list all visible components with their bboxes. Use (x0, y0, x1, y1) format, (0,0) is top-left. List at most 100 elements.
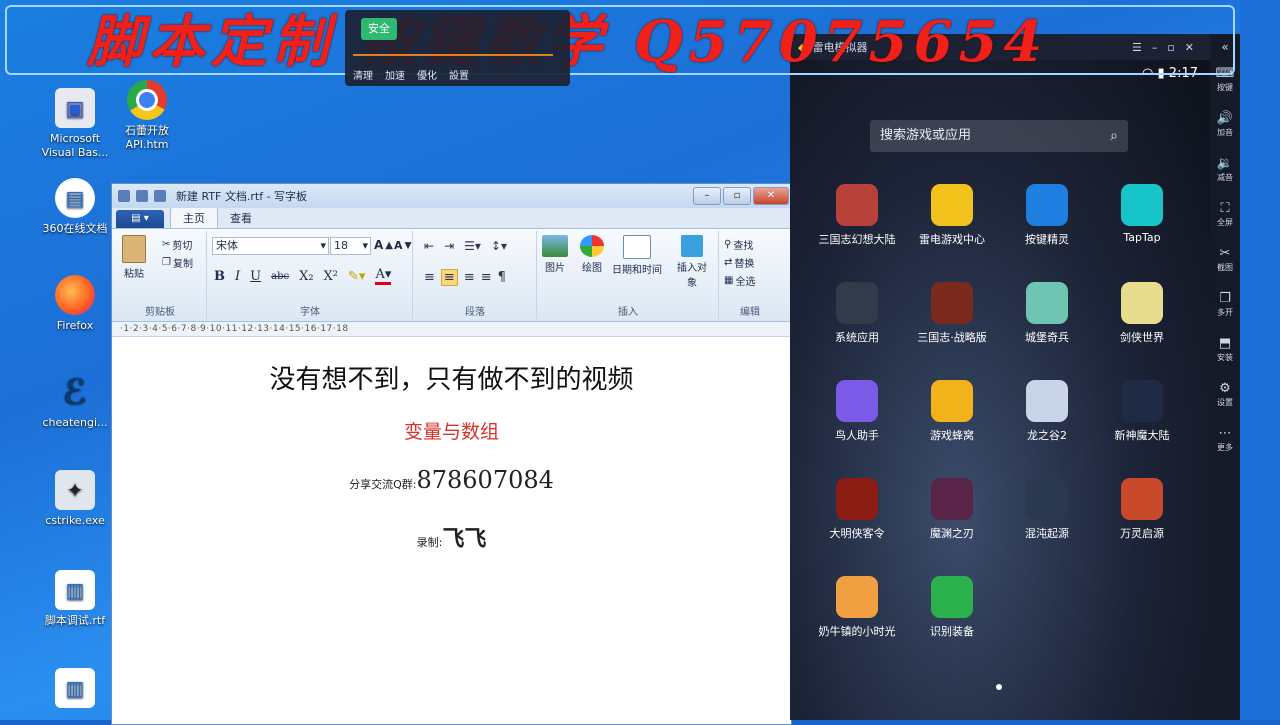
shrink-font-button[interactable]: A ▼ (394, 239, 412, 252)
desktop-icon-rtf-file[interactable]: ▥ 脚本调试.rtf (35, 570, 115, 628)
align-center-icon[interactable]: ≡ (440, 269, 458, 286)
app-13[interactable]: 大明侠客令 (812, 478, 902, 541)
bold-button[interactable]: B (214, 269, 225, 284)
replace-button[interactable]: ⇄ 替换 (724, 255, 754, 270)
find-button[interactable]: ⚲ 查找 (724, 237, 753, 252)
clipboard-group-label: 剪贴板 (145, 307, 175, 318)
decrease-indent-icon[interactable]: ⇤ (424, 239, 434, 253)
redo-icon[interactable] (154, 190, 166, 202)
sidebar-item-9[interactable]: ⋯ 更多 (1210, 426, 1240, 453)
desktop-icon-file-partial[interactable]: ▥ (35, 668, 115, 712)
app-search-bar[interactable]: 搜索游戏或应用 ⌕ (870, 120, 1128, 152)
paste-button[interactable]: 粘贴 (122, 235, 146, 280)
window-title: 新建 RTF 文档.rtf - 写字板 (176, 190, 308, 203)
tab-home[interactable]: 主页 (170, 207, 218, 228)
increase-indent-icon[interactable]: ⇥ (444, 239, 454, 253)
sidebar-item-icon: 🔉 (1216, 156, 1234, 171)
app-18[interactable]: 识别装备 (907, 576, 997, 639)
app-16[interactable]: 万灵启源 (1097, 478, 1187, 541)
app-icon (836, 282, 878, 324)
grow-font-button[interactable]: A ▲ (374, 238, 393, 252)
document-area[interactable]: 没有想不到，只有做不到的视频 变量与数组 分享交流Q群:878607084 录制… (112, 349, 791, 724)
underline-button[interactable]: U (250, 269, 261, 284)
sidebar-item-4[interactable]: ⛶ 全屏 (1210, 201, 1240, 228)
minimize-button[interactable]: – (693, 187, 721, 205)
save-icon[interactable] (118, 190, 130, 202)
app-6[interactable]: 三国志·战略版 (907, 282, 997, 345)
sidebar-item-icon: ⋯ (1218, 426, 1232, 441)
sidebar-item-label: 加音 (1217, 128, 1233, 137)
file-menu-button[interactable]: ▤ ▾ (116, 210, 164, 228)
maximize-button[interactable]: ▫ (723, 187, 751, 205)
app-10[interactable]: 游戏蜂窝 (907, 380, 997, 443)
font-size-select[interactable]: 18 ▾ (330, 237, 371, 255)
strikethrough-button[interactable]: abc (271, 271, 289, 282)
desktop-icon-360-doc[interactable]: ▤ 360在线文档 (35, 178, 115, 236)
emulator-sidebar: « ⌨ 按键 🔊 加音 🔉 减音 ⛶ 全屏 ✂ 截图 ❐ 多开 ⬒ 安装 ⚙ 设置 ⋯ 更多 (1210, 34, 1240, 720)
app-17[interactable]: 奶牛镇的小时光 (812, 576, 902, 639)
wordpad-titlebar[interactable]: 新建 RTF 文档.rtf - 写字板 – ▫ ✕ (112, 184, 791, 208)
app-1[interactable]: 三国志幻想大陆 (812, 184, 902, 247)
close-button[interactable]: ✕ (753, 187, 789, 205)
bullet-list-icon[interactable]: ☰▾ (464, 239, 481, 253)
superscript-button[interactable]: X² (324, 269, 338, 284)
sidebar-item-3[interactable]: 🔉 减音 (1210, 156, 1240, 183)
desktop-icon-visual-basic[interactable]: ▣ Microsoft Visual Bas... (35, 88, 115, 160)
app-14[interactable]: 魔渊之刃 (907, 478, 997, 541)
ruler[interactable]: ·1·2·3·4·5·6·7·8·9·10·11·12·13·14·15·16·… (112, 322, 791, 337)
picture-button[interactable]: 图片 (542, 235, 568, 274)
datetime-button[interactable]: 日期和时间 (612, 235, 662, 276)
sidebar-item-7[interactable]: ⬒ 安装 (1210, 336, 1240, 363)
app-2[interactable]: 雷电游戏中心 (907, 184, 997, 247)
doc-line-title: 没有想不到，只有做不到的视频 (269, 365, 634, 395)
app-12[interactable]: 新神魔大陆 (1097, 380, 1187, 443)
paragraph-group: ⇤ ⇥ ☰▾ ↕▾ ≡ ≡ ≡ ≡ ¶ 段落 (414, 231, 537, 319)
paragraph-icon[interactable]: ¶ (498, 270, 506, 285)
select-all-button[interactable]: ▦ 全选 (724, 273, 755, 288)
copy-button[interactable]: ❐ 复制 (162, 255, 193, 270)
app-15[interactable]: 混沌起源 (1002, 478, 1092, 541)
sidebar-item-8[interactable]: ⚙ 设置 (1210, 381, 1240, 408)
undo-icon[interactable] (136, 190, 148, 202)
sidebar-item-5[interactable]: ✂ 截图 (1210, 246, 1240, 273)
desktop-icon-cheat-engine[interactable]: ℰ cheatengi... (35, 372, 115, 430)
subscript-button[interactable]: X₂ (299, 269, 313, 284)
align-left-icon[interactable]: ≡ (424, 270, 435, 285)
font-family-select[interactable]: 宋体 ▾ (212, 237, 329, 255)
sidebar-item-label: 安装 (1217, 353, 1233, 362)
paint-button[interactable]: 绘图 (580, 235, 604, 274)
cut-button[interactable]: ✂ 剪切 (162, 237, 192, 252)
highlight-button[interactable]: ✎▾ (348, 269, 365, 284)
desktop-icon-cstrike[interactable]: ✦ cstrike.exe (35, 470, 115, 528)
app-4[interactable]: TapTap (1097, 184, 1187, 244)
app-8[interactable]: 剑侠世界 (1097, 282, 1187, 345)
app-label: 雷电游戏中心 (919, 233, 985, 246)
italic-button[interactable]: I (235, 269, 240, 284)
calendar-icon (623, 235, 651, 259)
desktop-icon-firefox[interactable]: Firefox (35, 275, 115, 333)
insert-group: 图片 绘图 日期和时间 插入对象 插入 (538, 231, 719, 319)
app-3[interactable]: 按键精灵 (1002, 184, 1092, 247)
app-5[interactable]: 系统应用 (812, 282, 902, 345)
line-spacing-icon[interactable]: ↕▾ (491, 239, 507, 253)
sidebar-item-icon: ⛶ (1220, 201, 1230, 216)
sidebar-item-6[interactable]: ❐ 多开 (1210, 291, 1240, 318)
app-7[interactable]: 城堡奇兵 (1002, 282, 1092, 345)
popup-action-optimize[interactable]: 優化 (417, 67, 437, 82)
popup-action-settings[interactable]: 設置 (449, 67, 469, 82)
sidebar-item-2[interactable]: 🔊 加音 (1210, 111, 1240, 138)
font-color-button[interactable]: A▾ (375, 267, 392, 285)
desktop-icon-api-htm[interactable]: 石蕾开放 API.htm (107, 80, 187, 152)
paragraph-group-label: 段落 (465, 307, 485, 318)
tab-view[interactable]: 查看 (218, 208, 264, 228)
emulator-window: ◆ 雷电模拟器 ☰–▫✕ ◠ ▮ 2:17 搜索游戏或应用 ⌕ 三国志幻想大陆雷… (790, 34, 1218, 720)
app-11[interactable]: 龙之谷2 (1002, 380, 1092, 443)
align-right-icon[interactable]: ≡ (464, 270, 475, 285)
safe-badge[interactable]: 安全 (361, 18, 397, 40)
firefox-icon (55, 275, 95, 315)
insert-object-button[interactable]: 插入对象 (674, 235, 710, 289)
justify-icon[interactable]: ≡ (481, 270, 492, 285)
popup-action-speed[interactable]: 加速 (385, 67, 405, 82)
popup-action-clean[interactable]: 清理 (353, 67, 373, 82)
app-9[interactable]: 鸟人助手 (812, 380, 902, 443)
